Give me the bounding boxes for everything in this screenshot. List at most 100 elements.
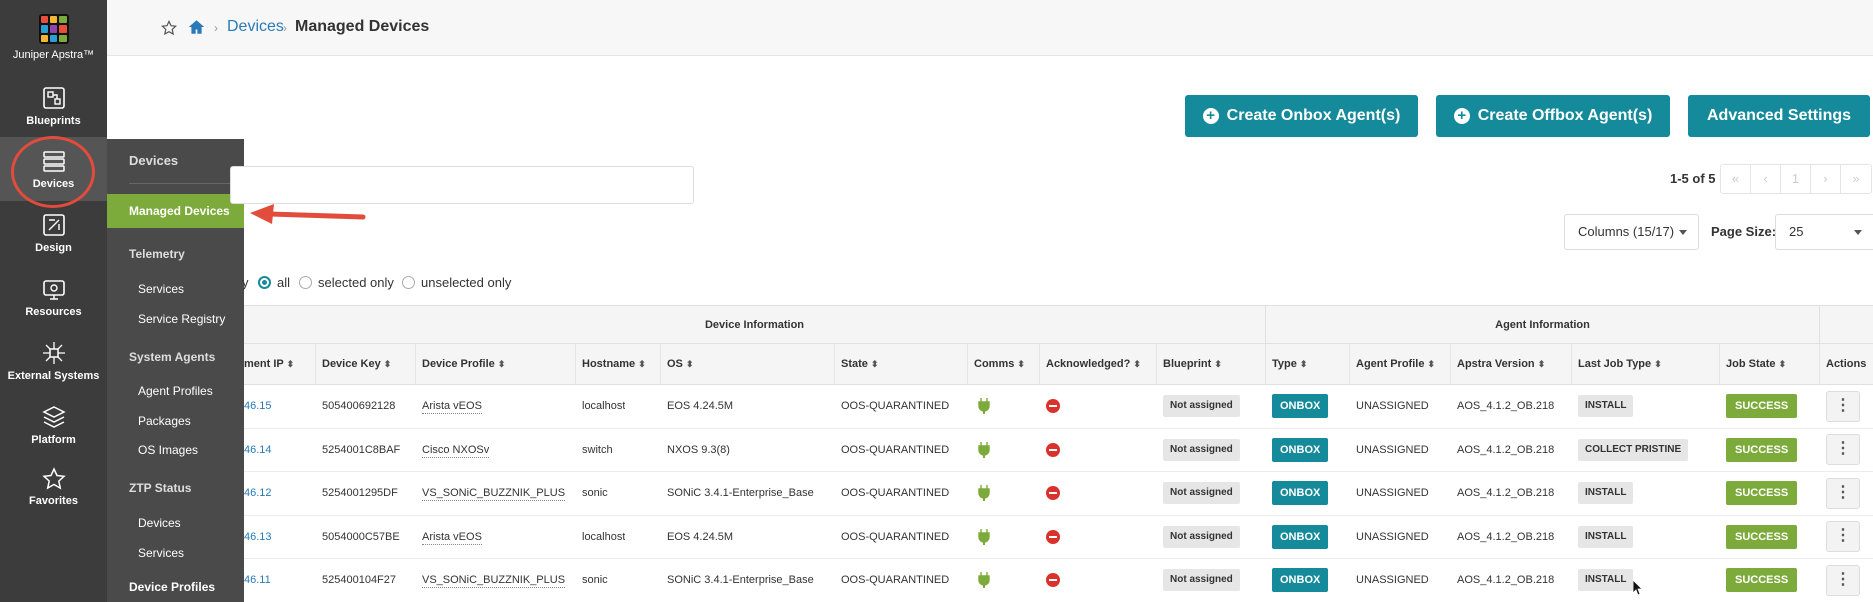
flyout-system-agents[interactable]: System Agents (129, 350, 215, 364)
cell-device-profile[interactable]: VS_SONiC_BUZZNIK_PLUS (416, 559, 566, 602)
flyout-ztp-status[interactable]: ZTP Status (129, 481, 191, 495)
col-header[interactable]: Type ⬍ (1266, 344, 1350, 385)
col-header[interactable]: Last Job Type ⬍ (1572, 344, 1720, 385)
page-size-select[interactable]: 25 (1775, 214, 1873, 250)
nav-platform[interactable]: Platform (0, 404, 107, 446)
col-header[interactable]: Agent Profile ⬍ (1350, 344, 1451, 385)
star-icon[interactable] (161, 20, 177, 36)
radio-unselected-only[interactable]: unselected only (402, 275, 511, 290)
left-nav: Juniper Apstra™ Blueprints Devices Desig… (0, 0, 107, 602)
cell-management-ip-value[interactable]: 46.15 (244, 400, 272, 412)
cell-device-profile[interactable]: VS_SONiC_BUZZNIK_PLUS (416, 472, 566, 515)
more-actions-button[interactable]: ⋮ (1826, 564, 1860, 596)
next-page-button[interactable]: › (1811, 165, 1841, 193)
nav-design[interactable]: Design (0, 212, 107, 254)
col-header[interactable]: OS ⬍ (661, 344, 835, 385)
flyout-item-ztp-services[interactable]: Services (138, 546, 184, 560)
more-actions-button[interactable]: ⋮ (1826, 390, 1860, 422)
nav-favorites[interactable]: Favorites (0, 467, 107, 507)
create-onbox-agent-button[interactable]: + Create Onbox Agent(s) (1185, 95, 1418, 137)
columns-select[interactable]: Columns (15/17) (1564, 214, 1699, 250)
table-header: ment IP ⬍ Device Key ⬍ Device Profile ⬍ … (244, 344, 1873, 385)
cell-device-profile[interactable]: Arista vEOS (416, 385, 482, 428)
cell-state: OOS-QUARANTINED (835, 385, 949, 428)
more-actions-button[interactable]: ⋮ (1826, 521, 1860, 553)
cell-management-ip[interactable]: 46.13 (244, 516, 272, 559)
first-page-button[interactable]: « (1721, 165, 1751, 193)
cell-acknowledged (1040, 516, 1060, 559)
cell-device-profile-value[interactable]: Arista vEOS (422, 399, 482, 414)
more-actions-button[interactable]: ⋮ (1826, 434, 1860, 466)
col-header[interactable]: Device Profile ⬍ (416, 344, 576, 385)
flyout-title[interactable]: Devices (129, 153, 178, 168)
cell-management-ip-value[interactable]: 46.12 (244, 487, 272, 499)
cell-management-ip-value[interactable]: 46.11 (244, 574, 271, 586)
nav-external-systems[interactable]: External Systems (0, 340, 107, 382)
col-header[interactable]: Job State ⬍ (1720, 344, 1820, 385)
search-input[interactable] (230, 166, 694, 204)
cell-blueprint: Not assigned (1157, 472, 1240, 515)
flyout-item-os-images[interactable]: OS Images (138, 443, 198, 457)
home-icon[interactable] (188, 19, 205, 35)
mouse-cursor-icon (1633, 580, 1643, 596)
cell-type: ONBOX (1266, 429, 1329, 472)
last-page-button[interactable]: » (1841, 165, 1871, 193)
col-header-actions: Actions (1826, 358, 1867, 370)
cell-actions: ⋮ (1820, 472, 1860, 515)
col-header[interactable]: Hostname ⬍ (576, 344, 661, 385)
cell-device-profile-value[interactable]: Cisco NXOSv (422, 443, 490, 458)
cell-job-state-value: SUCCESS (1726, 568, 1798, 593)
flyout-item-managed-devices[interactable]: Managed Devices (107, 194, 244, 228)
prev-page-button[interactable]: ‹ (1751, 165, 1781, 193)
cell-management-ip-value[interactable]: 46.13 (244, 531, 272, 543)
radio-icon (258, 276, 271, 289)
col-header[interactable]: Apstra Version ⬍ (1451, 344, 1572, 385)
cell-job-state: SUCCESS (1720, 559, 1798, 602)
cell-management-ip[interactable]: 46.15 (244, 385, 272, 428)
flyout-item-service-registry[interactable]: Service Registry (138, 312, 225, 326)
cell-apstra-version: AOS_4.1.2_OB.218 (1451, 472, 1554, 515)
flyout-device-profiles[interactable]: Device Profiles (129, 580, 215, 594)
col-header[interactable]: Blueprint ⬍ (1157, 344, 1266, 385)
cell-management-ip-value[interactable]: 46.14 (244, 444, 272, 456)
cell-job-state: SUCCESS (1720, 429, 1798, 472)
cell-management-ip[interactable]: 46.12 (244, 472, 272, 515)
flyout-item-ztp-devices[interactable]: Devices (138, 516, 181, 530)
table-row[interactable]: 46.13 5054000C57BE Arista vEOS localhost EOS… (244, 516, 1873, 559)
nav-blueprints[interactable]: Blueprints (0, 85, 107, 127)
cell-device-profile-value[interactable]: VS_SONiC_BUZZNIK_PLUS (422, 486, 566, 501)
flyout-telemetry[interactable]: Telemetry (129, 247, 185, 261)
cell-apstra-version-value: AOS_4.1.2_OB.218 (1457, 400, 1555, 412)
col-header[interactable]: State ⬍ (835, 344, 968, 385)
col-header[interactable]: Comms ⬍ (968, 344, 1040, 385)
cell-management-ip[interactable]: 46.14 (244, 429, 272, 472)
table-row[interactable]: 46.12 5254001295DF VS_SONiC_BUZZNIK_PLUS so… (244, 472, 1873, 516)
flyout-item-services[interactable]: Services (138, 282, 184, 296)
app-logo[interactable]: Juniper Apstra™ (0, 14, 107, 61)
cell-device-profile[interactable]: Arista vEOS (416, 516, 482, 559)
table-row[interactable]: 46.14 5254001C8BAF Cisco NXOSv switch NXOS 9… (244, 429, 1873, 472)
create-offbox-agent-button[interactable]: + Create Offbox Agent(s) (1436, 95, 1670, 137)
cell-last-job-type: INSTALL (1572, 559, 1634, 602)
nav-resources[interactable]: Resources (0, 276, 107, 318)
col-header[interactable]: Device Key ⬍ (316, 344, 416, 385)
external-systems-icon (42, 342, 65, 364)
table-row[interactable]: 46.11 525400104F27 VS_SONiC_BUZZNIK_PLUS so… (244, 559, 1873, 602)
cell-type-value: ONBOX (1272, 481, 1329, 506)
radio-all[interactable]: all (258, 275, 290, 290)
page-number[interactable]: 1 (1781, 165, 1811, 193)
cell-device-profile-value[interactable]: Arista vEOS (422, 530, 482, 545)
advanced-settings-button[interactable]: Advanced Settings (1688, 95, 1870, 137)
table-row[interactable]: 46.15 505400692128 Arista vEOS localhost EOS… (244, 385, 1873, 429)
flyout-item-agent-profiles[interactable]: Agent Profiles (138, 384, 213, 398)
breadcrumb-devices-link[interactable]: Devices (227, 18, 284, 36)
col-header[interactable]: ment IP ⬍ (244, 344, 316, 385)
cell-device-profile[interactable]: Cisco NXOSv (416, 429, 490, 472)
cell-apstra-version-value: AOS_4.1.2_OB.218 (1457, 487, 1555, 499)
more-actions-button[interactable]: ⋮ (1826, 477, 1860, 509)
radio-selected-only[interactable]: selected only (299, 275, 394, 290)
flyout-item-packages[interactable]: Packages (138, 414, 191, 428)
cell-device-profile-value[interactable]: VS_SONiC_BUZZNIK_PLUS (422, 573, 566, 588)
col-header[interactable]: Acknowledged? ⬍ (1040, 344, 1157, 385)
cell-management-ip[interactable]: 46.11 (244, 559, 271, 602)
